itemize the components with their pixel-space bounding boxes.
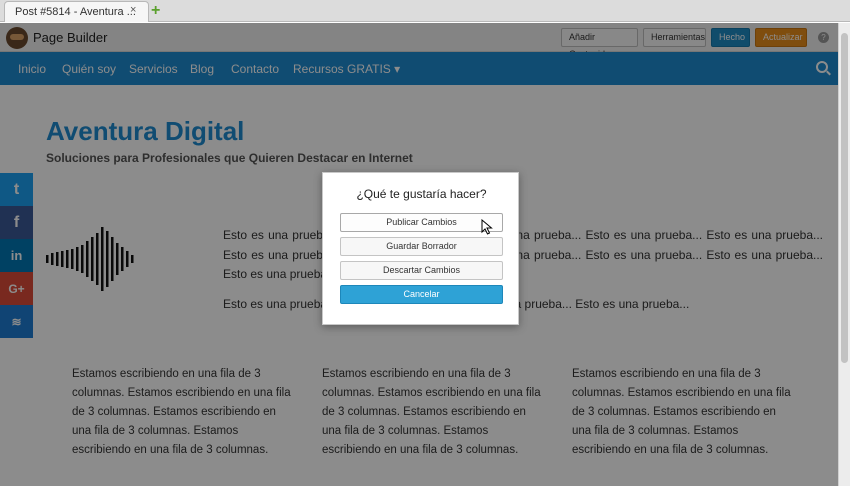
dialog-title: ¿Qué te gustaría hacer? (356, 187, 487, 201)
browser-tab-strip: Post #5814 - Aventura ... × + (0, 0, 850, 22)
page-scrollbar[interactable] (838, 23, 850, 486)
scrollbar-thumb[interactable] (841, 33, 848, 363)
mouse-cursor-icon (481, 219, 493, 235)
browser-tab[interactable]: Post #5814 - Aventura ... (4, 1, 149, 22)
new-tab-icon[interactable]: + (151, 2, 160, 20)
close-tab-icon[interactable]: × (130, 4, 136, 16)
discard-changes-button[interactable]: Descartar Cambios (340, 261, 503, 280)
cancel-button[interactable]: Cancelar (340, 285, 503, 304)
save-changes-dialog: ¿Qué te gustaría hacer? Publicar Cambios… (322, 172, 519, 325)
browser-tab-title: Post #5814 - Aventura ... (15, 6, 136, 18)
save-draft-button[interactable]: Guardar Borrador (340, 237, 503, 256)
publish-changes-button[interactable]: Publicar Cambios (340, 213, 503, 232)
